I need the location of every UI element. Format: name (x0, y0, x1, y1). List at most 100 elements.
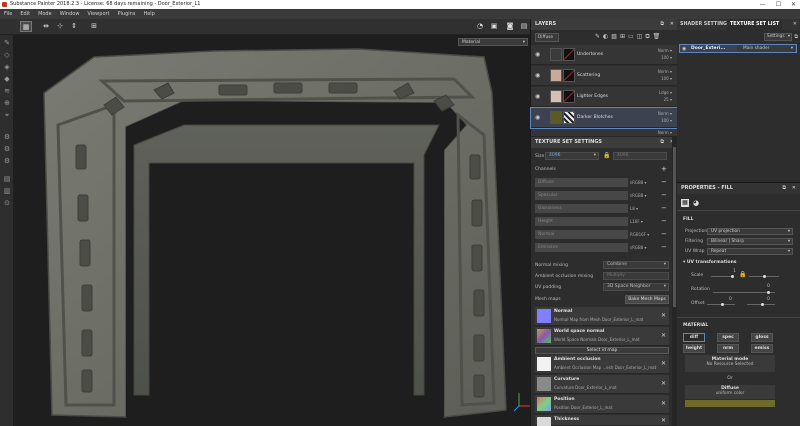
layer-row[interactable]: ◉ Undertones Norm ▾ 100 ▾ (531, 45, 678, 65)
scale-slider-2-knob[interactable] (763, 275, 766, 278)
tab-texture-set-list[interactable]: TEXTURE SET LIST (727, 19, 783, 30)
camera-icon[interactable]: ◙ (504, 21, 516, 32)
offset-x-slider-knob[interactable] (721, 303, 724, 306)
close-panel-icon[interactable]: ✕ (793, 21, 797, 27)
layer-opacity[interactable]: 25 (664, 97, 669, 102)
layer-blend[interactable]: Ldge (659, 90, 669, 95)
bake-mesh-maps-button[interactable]: Bake Mesh Maps (625, 295, 669, 304)
mesh-map-thickness[interactable]: Thickness ✕ (535, 415, 669, 426)
render-icon[interactable]: ▤ (518, 21, 530, 32)
layer-blend[interactable]: Norm (658, 111, 669, 116)
mask-icon[interactable]: ◐ (603, 33, 608, 41)
scrollbar-thumb[interactable] (673, 147, 676, 307)
normal-mixing-select[interactable]: Combine ▾ (603, 261, 669, 269)
clear-map-icon[interactable]: ✕ (661, 400, 666, 407)
rotation-slider[interactable] (713, 292, 775, 293)
menu-viewport[interactable]: Viewport (87, 11, 109, 17)
uv-wrap-select[interactable]: Repeat ▾ (707, 248, 793, 255)
menu-file[interactable]: File (4, 11, 12, 17)
chat-icon[interactable]: ◔ (474, 21, 486, 32)
mesh-map-position[interactable]: Position Position Door_Exterior_L_mat ✕ (535, 395, 669, 414)
eye-icon[interactable]: ◉ (535, 93, 540, 100)
mesh-map-curvature[interactable]: Curvature Curvature Door_Exterior_L_mat … (535, 375, 669, 394)
layer-row[interactable]: ◉ Scattering Norm ▾ 100 ▾ (531, 66, 678, 86)
eye-icon[interactable]: ◉ (535, 51, 540, 58)
layer-opacity[interactable]: 100 (661, 76, 669, 81)
symmetry-icon[interactable]: ⇹ (40, 21, 52, 32)
uv-padding-select[interactable]: 3D Space Neighbor ▾ (603, 283, 669, 291)
menu-help[interactable]: Help (143, 11, 154, 17)
undock-icon[interactable]: ⧉ (660, 19, 664, 30)
channel-spec-button[interactable]: spec (717, 333, 739, 342)
channel-row[interactable]: Height (535, 217, 628, 226)
offset-y-slider-knob[interactable] (761, 303, 764, 306)
layer-blend[interactable]: Norm (658, 130, 669, 135)
clear-map-icon[interactable]: ✕ (661, 380, 666, 387)
diffuse-color-swatch[interactable] (685, 400, 775, 407)
delete-icon[interactable]: 🗑 (653, 33, 661, 41)
split-icon[interactable]: ⇕ (68, 21, 80, 32)
channel-format[interactable]: RGB16F ▾ (630, 230, 650, 239)
channel-format[interactable]: L16F ▾ (630, 217, 650, 226)
layer-opacity[interactable]: 100 (661, 118, 669, 123)
channel-format[interactable]: sRGB8 ▾ (630, 178, 650, 187)
channel-row[interactable]: Diffuse (535, 178, 628, 187)
layer-row-partial[interactable]: Norm ▾ (531, 129, 678, 137)
add-layer-icon[interactable]: ⊞ (620, 33, 625, 41)
undock-icon[interactable]: ⧉ (794, 34, 798, 40)
mesh-map-ao[interactable]: Ambient occlusion Ambient Occlusion Map … (535, 355, 669, 374)
undock-icon[interactable]: ⧉ (782, 183, 786, 194)
channel-row[interactable]: Glossiness (535, 204, 628, 213)
menu-edit[interactable]: Edit (20, 11, 30, 17)
geometry-fill-icon[interactable]: ◆ (3, 75, 11, 83)
shader-select[interactable]: Main shader ▾ (737, 45, 795, 52)
3d-viewport[interactable]: Material ▾ (14, 35, 530, 426)
layers-toggle-icon[interactable]: ⚙ (3, 145, 11, 153)
filtering-select[interactable]: Bilinear | Sharp ▾ (707, 238, 793, 245)
channel-emiss-button[interactable]: emiss (751, 344, 773, 353)
clear-map-icon[interactable]: ✕ (661, 332, 666, 339)
size-select-2[interactable]: 4096 (613, 152, 667, 160)
close-panel-icon[interactable]: ✕ (792, 183, 796, 194)
layer-blend[interactable]: Norm (658, 69, 669, 74)
paint-brush-icon[interactable]: ✎ (3, 39, 11, 47)
layer-opacity[interactable]: 100 (661, 55, 669, 60)
grid-view-icon[interactable]: ▦ (20, 21, 32, 32)
close-button[interactable]: ✕ (791, 0, 796, 9)
size-select[interactable]: 4096 ▾ (545, 152, 599, 160)
remove-channel-icon[interactable]: − (661, 217, 667, 226)
mesh-map-normal[interactable]: Normal Normal Map from Mesh Door_Exterio… (535, 307, 669, 326)
remove-channel-icon[interactable]: − (661, 178, 667, 187)
clone-icon[interactable]: ⊕ (3, 99, 11, 107)
shelf-icon[interactable]: ⚙ (3, 133, 11, 141)
layer-row-selected[interactable]: ◉ Darker Blotches Norm ▾ 100 ▾ (530, 107, 679, 129)
minimize-button[interactable]: — (760, 0, 766, 9)
remove-channel-icon[interactable]: − (661, 230, 667, 239)
eye-icon[interactable]: ◉ (682, 46, 686, 52)
remove-channel-icon[interactable]: − (661, 243, 667, 252)
channel-diff-button[interactable]: diff (683, 333, 705, 342)
folder-icon[interactable]: ▭ (628, 33, 634, 41)
maximize-button[interactable]: ☐ (776, 0, 781, 9)
uv-transformations-toggle[interactable]: ▾ UV transformations (683, 260, 736, 265)
scale-slider-knob[interactable] (731, 275, 734, 278)
channel-row[interactable]: Normal (535, 230, 628, 239)
channel-format[interactable]: sRGB8 ▾ (630, 243, 650, 252)
add-channel-icon[interactable]: + (661, 165, 667, 173)
layer-blend[interactable]: Norm (658, 48, 669, 53)
fill-layer-icon[interactable]: ▧ (611, 33, 617, 41)
history-icon[interactable]: ⊙ (3, 199, 11, 207)
lock-icon[interactable]: 🔒 (739, 271, 746, 278)
mirror-icon[interactable]: ⊹ (54, 21, 66, 32)
projection-icon[interactable]: ◈ (3, 63, 11, 71)
channel-nrm-button[interactable]: nrm (717, 344, 739, 353)
channel-row[interactable]: Emissive (535, 243, 628, 252)
clear-map-icon[interactable]: ✕ (661, 360, 666, 367)
eye-icon[interactable]: ◉ (535, 72, 540, 79)
menu-mode[interactable]: Mode (38, 11, 52, 17)
properties-toggle-icon[interactable]: ⚙ (3, 157, 11, 165)
tab-shader-settings[interactable]: SHADER SETTINGS (677, 19, 733, 30)
clear-map-icon[interactable]: ✕ (661, 312, 666, 319)
layout-icon[interactable]: ▣ (488, 21, 500, 32)
menu-plugins[interactable]: Plugins (118, 11, 136, 17)
